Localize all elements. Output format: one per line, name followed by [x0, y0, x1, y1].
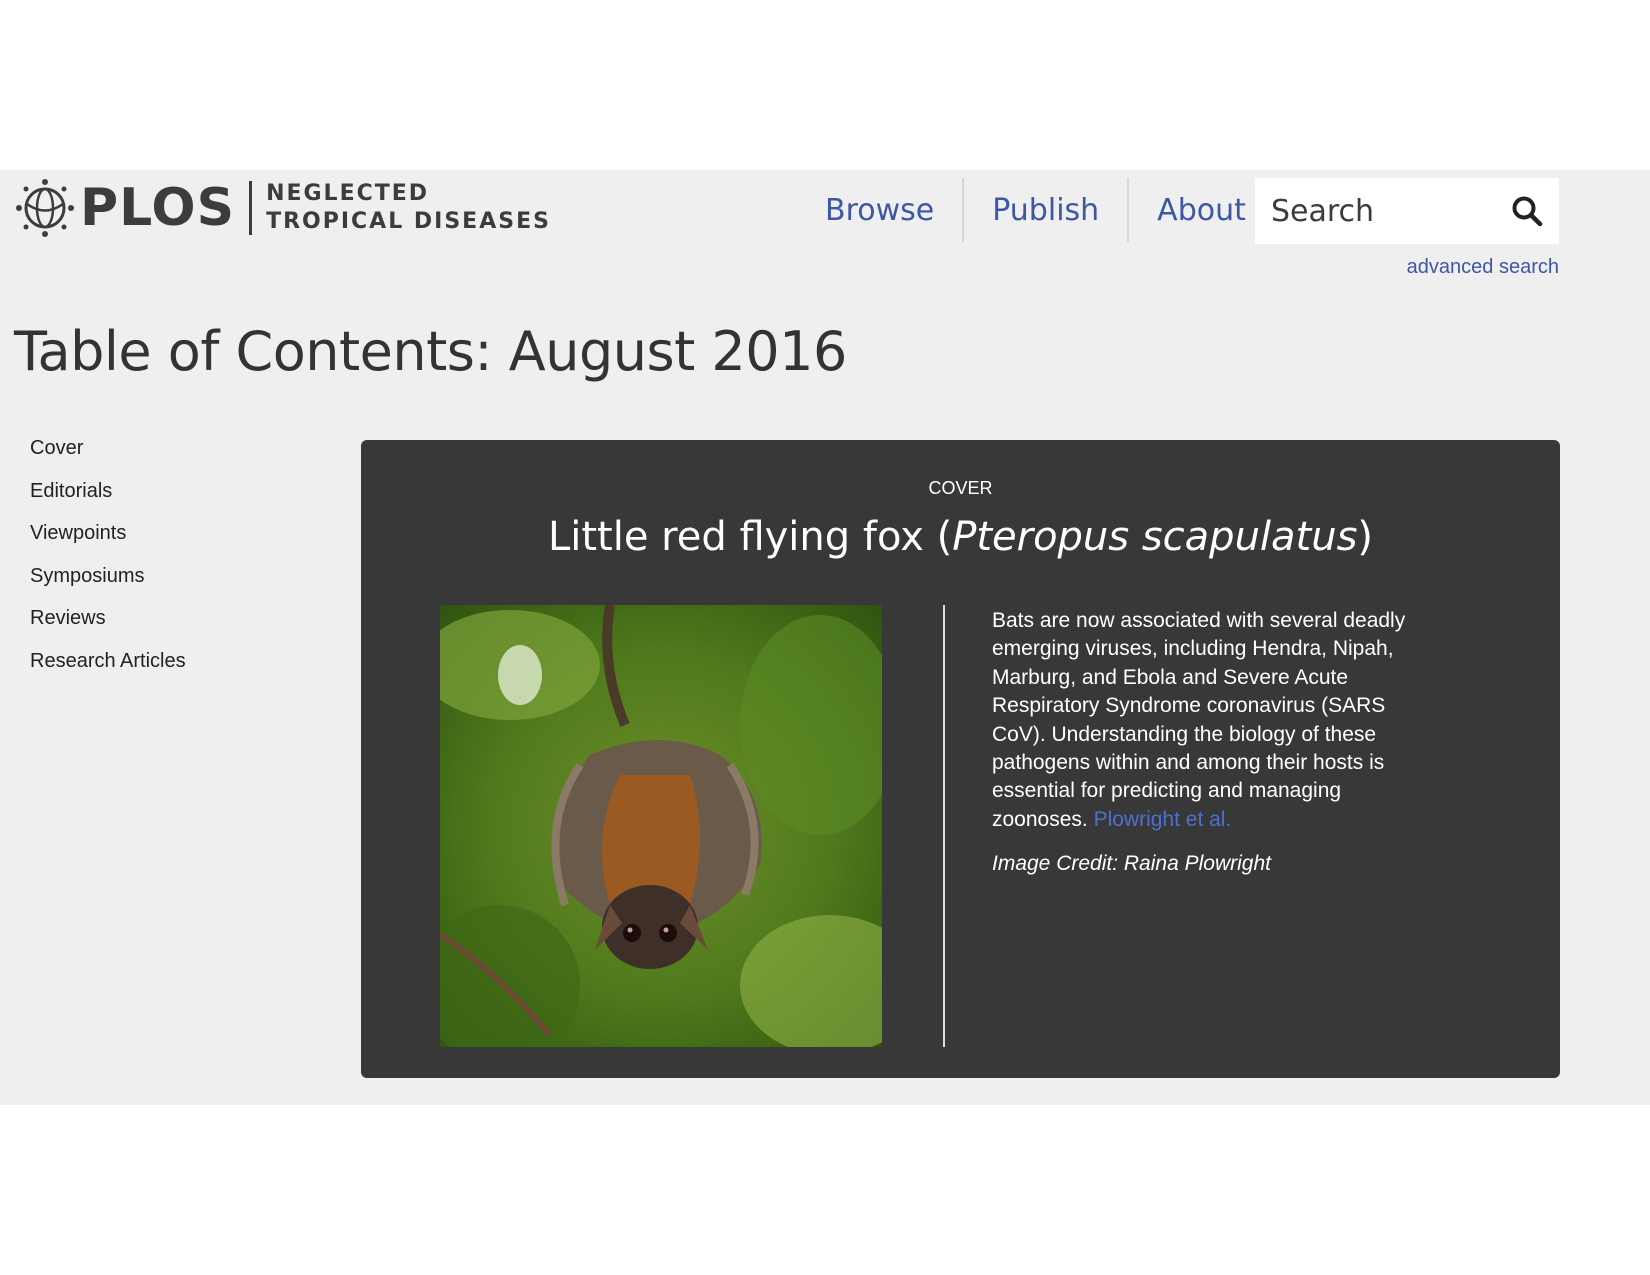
journal-name: NEGLECTED TROPICAL DISEASES [266, 180, 551, 236]
nav-about[interactable]: About [1127, 178, 1274, 242]
search-icon[interactable] [1511, 195, 1543, 227]
cover-card: COVER Little red flying fox (Pteropus sc… [361, 440, 1560, 1078]
sidebar-item-reviews[interactable]: Reviews [30, 608, 186, 651]
cover-title: Little red flying fox (Pteropus scapulat… [361, 514, 1560, 560]
cover-title-species: Pteropus scapulatus [952, 514, 1358, 560]
sidebar-item-viewpoints[interactable]: Viewpoints [30, 523, 186, 566]
main-nav: Browse Publish About [800, 178, 1274, 242]
plos-logo-icon [16, 179, 74, 237]
toc-sidebar: Cover Editorials Viewpoints Symposiums R… [30, 438, 186, 694]
cover-image-credit: Image Credit: Raina Plowright [992, 852, 1271, 875]
bat-illustration [440, 605, 882, 1047]
sidebar-item-symposiums[interactable]: Symposiums [30, 566, 186, 609]
cover-label: COVER [928, 478, 993, 498]
cover-description-text: Bats are now associated with several dea… [992, 609, 1406, 831]
cover-divider [943, 605, 945, 1047]
sidebar-item-cover[interactable]: Cover [30, 438, 186, 481]
advanced-search-link[interactable]: advanced search [1407, 256, 1559, 279]
page-title: Table of Contents: August 2016 [14, 320, 847, 383]
cover-description: Bats are now associated with several dea… [992, 607, 1432, 834]
sidebar-item-research-articles[interactable]: Research Articles [30, 651, 186, 694]
cover-title-text: Little red flying fox ( [547, 514, 953, 560]
journal-name-line1: NEGLECTED [266, 181, 430, 206]
plos-logo[interactable]: PLOS NEGLECTED TROPICAL DISEASES [14, 178, 551, 238]
nav-browse[interactable]: Browse [800, 178, 962, 242]
logo-wordmark: PLOS [80, 178, 236, 238]
logo-divider [249, 181, 253, 235]
page-container: PLOS NEGLECTED TROPICAL DISEASES Browse … [0, 170, 1650, 1105]
sidebar-item-editorials[interactable]: Editorials [30, 481, 186, 524]
journal-name-line2: TROPICAL DISEASES [266, 209, 551, 234]
search-input[interactable] [1271, 193, 1501, 229]
cover-image[interactable] [440, 605, 882, 1047]
cover-title-close: ) [1357, 514, 1374, 560]
nav-publish[interactable]: Publish [962, 178, 1127, 242]
cover-article-link[interactable]: Plowright et al. [1094, 808, 1232, 831]
search-box [1255, 178, 1559, 244]
